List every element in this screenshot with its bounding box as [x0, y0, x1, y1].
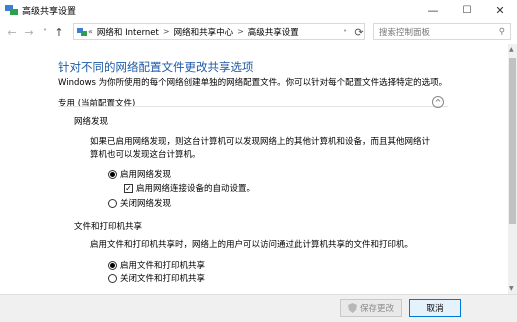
- search-input[interactable]: 搜索控制面板: [379, 26, 430, 38]
- network-discovery-title: 网络发现: [74, 117, 109, 127]
- radio-selected-dot: [110, 172, 115, 177]
- search-box[interactable]: 搜索控制面板 ⚲: [373, 23, 511, 40]
- network-app-icon: [5, 5, 18, 15]
- breadcrumb-advanced-sharing[interactable]: 高级共享设置: [245, 26, 302, 38]
- network-location-icon: [77, 27, 87, 36]
- save-changes-button[interactable]: 保存更改: [340, 299, 402, 317]
- network-discovery-description: 如果已启用网络发现，则这台计算机可以发现网络上的其他计算机和设备，而且其他网络计…: [90, 137, 431, 160]
- auto-setup-checkbox[interactable]: ✓: [124, 184, 133, 193]
- profile-header[interactable]: 专用 (当前配置文件): [58, 97, 135, 109]
- breadcrumb-network-sharing-center[interactable]: 网络和共享中心: [171, 26, 237, 38]
- file-sharing-off-radio[interactable]: [108, 274, 117, 283]
- page-description: Windows 为你所使用的每个网络创建单独的网络配置文件。你可以针对每个配置文…: [58, 78, 448, 88]
- recent-locations-icon[interactable]: ˅: [38, 25, 52, 39]
- navigation-bar: ← → ˅ ↑ « 网络和 Internet > 网络和共享中心 > 高级共享设…: [0, 20, 517, 44]
- title-bar: 高级共享设置 — ☐ ✕: [0, 0, 517, 20]
- minimize-button[interactable]: —: [416, 0, 450, 20]
- footer-bar: 保存更改 取消: [0, 294, 517, 322]
- file-sharing-on-radio[interactable]: [108, 261, 117, 270]
- file-sharing-description: 启用文件和打印机共享时，网络上的用户可以访问通过此计算机共享的文件和打印机。: [90, 240, 414, 250]
- shield-icon: [347, 303, 357, 313]
- discovery-off-label[interactable]: 关闭网络发现: [120, 197, 171, 209]
- scrollbar-thumb[interactable]: [509, 58, 516, 224]
- page-title: 针对不同的网络配置文件更改共享选项: [58, 60, 254, 74]
- address-dropdown-icon[interactable]: ˅: [338, 26, 352, 40]
- collapse-chevron-icon[interactable]: ^: [432, 96, 444, 108]
- discovery-on-label[interactable]: 启用网络发现: [120, 168, 171, 180]
- breadcrumb-network-internet[interactable]: 网络和 Internet: [94, 26, 162, 38]
- auto-setup-label[interactable]: 启用网络连接设备的自动设置。: [136, 182, 255, 194]
- search-icon[interactable]: ⚲: [499, 27, 505, 37]
- content-pane: 针对不同的网络配置文件更改共享选项 Windows 为你所使用的每个网络创建单独…: [0, 44, 508, 294]
- file-sharing-on-label[interactable]: 启用文件和打印机共享: [120, 259, 205, 271]
- refresh-icon[interactable]: ⟳: [352, 25, 366, 39]
- file-sharing-title: 文件和打印机共享: [74, 222, 143, 232]
- close-button[interactable]: ✕: [483, 0, 517, 20]
- forward-arrow-icon[interactable]: →: [22, 25, 36, 39]
- window-title: 高级共享设置: [22, 7, 77, 17]
- scroll-down-icon[interactable]: ▼: [509, 285, 514, 292]
- profile-divider: [58, 106, 448, 107]
- cancel-button[interactable]: 取消: [409, 299, 461, 317]
- scroll-up-icon[interactable]: ▲: [509, 46, 514, 53]
- maximize-button[interactable]: ☐: [450, 0, 484, 20]
- discovery-on-radio[interactable]: [108, 170, 117, 179]
- up-arrow-icon[interactable]: ↑: [52, 25, 66, 39]
- radio-selected-dot: [110, 263, 115, 268]
- address-bar[interactable]: « 网络和 Internet > 网络和共享中心 > 高级共享设置: [73, 23, 365, 40]
- discovery-off-radio[interactable]: [108, 199, 117, 208]
- save-changes-label: 保存更改: [359, 304, 394, 314]
- back-arrow-icon[interactable]: ←: [5, 25, 19, 39]
- breadcrumb-separator-icon[interactable]: >: [162, 27, 171, 36]
- file-sharing-off-label[interactable]: 关闭文件和打印机共享: [120, 272, 205, 284]
- breadcrumb-separator-icon[interactable]: >: [236, 27, 245, 36]
- breadcrumb-overflow-icon[interactable]: «: [87, 27, 94, 36]
